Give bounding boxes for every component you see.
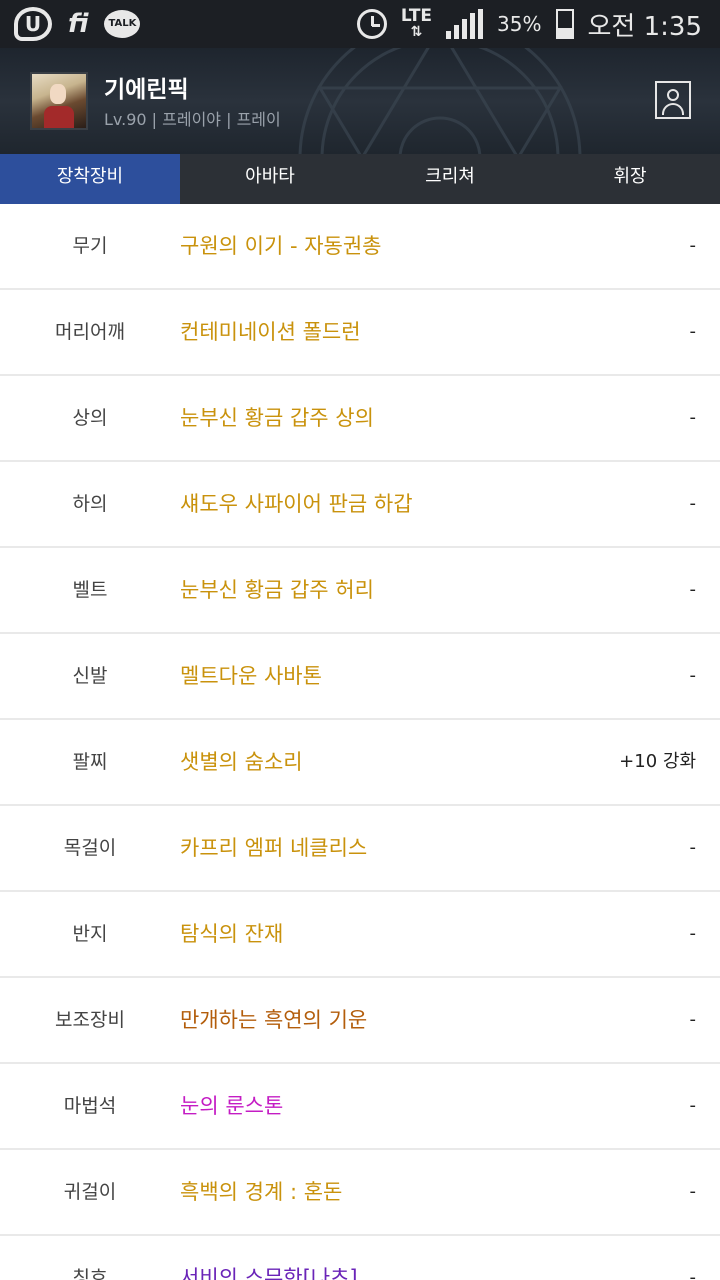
item-name: 멜트다운 사바톤	[180, 664, 322, 688]
list-item[interactable]: 신발 멜트다운 사바톤 -	[0, 634, 720, 720]
wifi-fi-icon: fi	[68, 9, 89, 39]
profile-icon[interactable]	[655, 81, 691, 119]
alarm-icon	[356, 9, 387, 39]
slot-label: 신발	[72, 665, 108, 687]
tab-avatar[interactable]: 아바타	[180, 154, 360, 204]
battery-icon	[555, 9, 574, 39]
enhance-value: -	[689, 1267, 697, 1280]
list-item[interactable]: 귀걸이 흑백의 경계 : 혼돈 -	[0, 1150, 720, 1236]
character-header: 기에린픽 Lv.90 | 프레이야 | 프레이	[0, 48, 720, 154]
slot-label: 팔찌	[72, 751, 108, 773]
enhance-value: -	[689, 579, 697, 600]
slot-label: 목걸이	[63, 837, 117, 859]
list-item[interactable]: 무기 구원의 이기 - 자동권총 -	[0, 204, 720, 290]
battery-percent: 35%	[497, 12, 542, 36]
enhance-value: -	[689, 837, 697, 858]
character-name: 기에린픽	[104, 77, 189, 103]
list-item[interactable]: 하의 섀도우 사파이어 판금 하갑 -	[0, 462, 720, 548]
enhance-value: -	[689, 1095, 697, 1116]
tab-emblem[interactable]: 휘장	[540, 154, 720, 204]
enhance-value: -	[689, 321, 697, 342]
slot-label: 보조장비	[55, 1009, 125, 1031]
enhance-value: -	[689, 923, 697, 944]
equipment-list: 무기 구원의 이기 - 자동권총 - 머리어깨 컨테미네이션 폴드런 - 상의 …	[0, 204, 720, 1280]
enhance-value: -	[689, 493, 697, 514]
item-name: 만개하는 흑연의 기운	[180, 1008, 368, 1032]
item-name: 카프리 엠퍼 네클리스	[180, 836, 368, 860]
slot-label: 귀걸이	[63, 1181, 117, 1203]
status-bar: U fi TALK LTE ⇅ 35% 오전 1:35	[0, 0, 720, 48]
item-name: 흑백의 경계 : 혼돈	[180, 1180, 343, 1204]
list-item[interactable]: 팔찌 샛별의 숨소리 +10 강화	[0, 720, 720, 806]
enhance-value: -	[689, 665, 697, 686]
item-name: 섀도우 사파이어 판금 하갑	[180, 492, 413, 516]
u-plus-icon: U	[14, 7, 52, 41]
slot-label: 마법석	[63, 1095, 117, 1117]
list-item[interactable]: 마법석 눈의 룬스톤 -	[0, 1064, 720, 1150]
item-name: 컨테미네이션 폴드런	[180, 320, 361, 344]
list-item[interactable]: 칭호 서비의 스무한[나츠] -	[0, 1236, 720, 1280]
enhance-value: -	[689, 1009, 697, 1030]
slot-label: 무기	[72, 235, 108, 257]
item-name: 눈의 룬스톤	[180, 1094, 284, 1118]
enhance-value: -	[689, 1181, 697, 1202]
list-item[interactable]: 반지 탐식의 잔재 -	[0, 892, 720, 978]
item-name: 눈부신 황금 갑주 상의	[180, 406, 374, 430]
character-info: Lv.90 | 프레이야 | 프레이	[104, 110, 281, 129]
tab-equipped[interactable]: 장착장비	[0, 154, 180, 204]
lte-icon: LTE ⇅	[400, 6, 433, 41]
list-item[interactable]: 상의 눈부신 황금 갑주 상의 -	[0, 376, 720, 462]
header-pattern-decoration	[298, 48, 582, 154]
list-item[interactable]: 보조장비 만개하는 흑연의 기운 -	[0, 978, 720, 1064]
enhance-value: -	[689, 407, 697, 428]
kakaotalk-icon: TALK	[104, 10, 141, 38]
item-name: 탐식의 잔재	[180, 922, 284, 946]
slot-label: 반지	[72, 923, 108, 945]
item-name: 눈부신 황금 갑주 허리	[180, 578, 374, 602]
slot-label: 벨트	[72, 579, 108, 601]
enhance-value: +10 강화	[619, 751, 696, 772]
slot-label: 하의	[72, 493, 108, 515]
character-avatar	[30, 72, 88, 130]
tab-creature[interactable]: 크리쳐	[360, 154, 540, 204]
item-name: 샛별의 숨소리	[180, 750, 303, 774]
list-item[interactable]: 벨트 눈부신 황금 갑주 허리 -	[0, 548, 720, 634]
item-name: 서비의 스무한[나츠]	[180, 1266, 358, 1280]
list-item[interactable]: 목걸이 카프리 엠퍼 네클리스 -	[0, 806, 720, 892]
slot-label: 머리어깨	[55, 321, 125, 343]
signal-icon	[446, 9, 484, 39]
slot-label: 상의	[72, 407, 108, 429]
equipment-tabs: 장착장비 아바타 크리쳐 휘장	[0, 154, 720, 204]
clock: 오전 1:35	[587, 11, 703, 42]
enhance-value: -	[689, 235, 697, 256]
slot-label: 칭호	[72, 1267, 108, 1280]
item-name: 구원의 이기 - 자동권총	[180, 234, 382, 258]
list-item[interactable]: 머리어깨 컨테미네이션 폴드런 -	[0, 290, 720, 376]
